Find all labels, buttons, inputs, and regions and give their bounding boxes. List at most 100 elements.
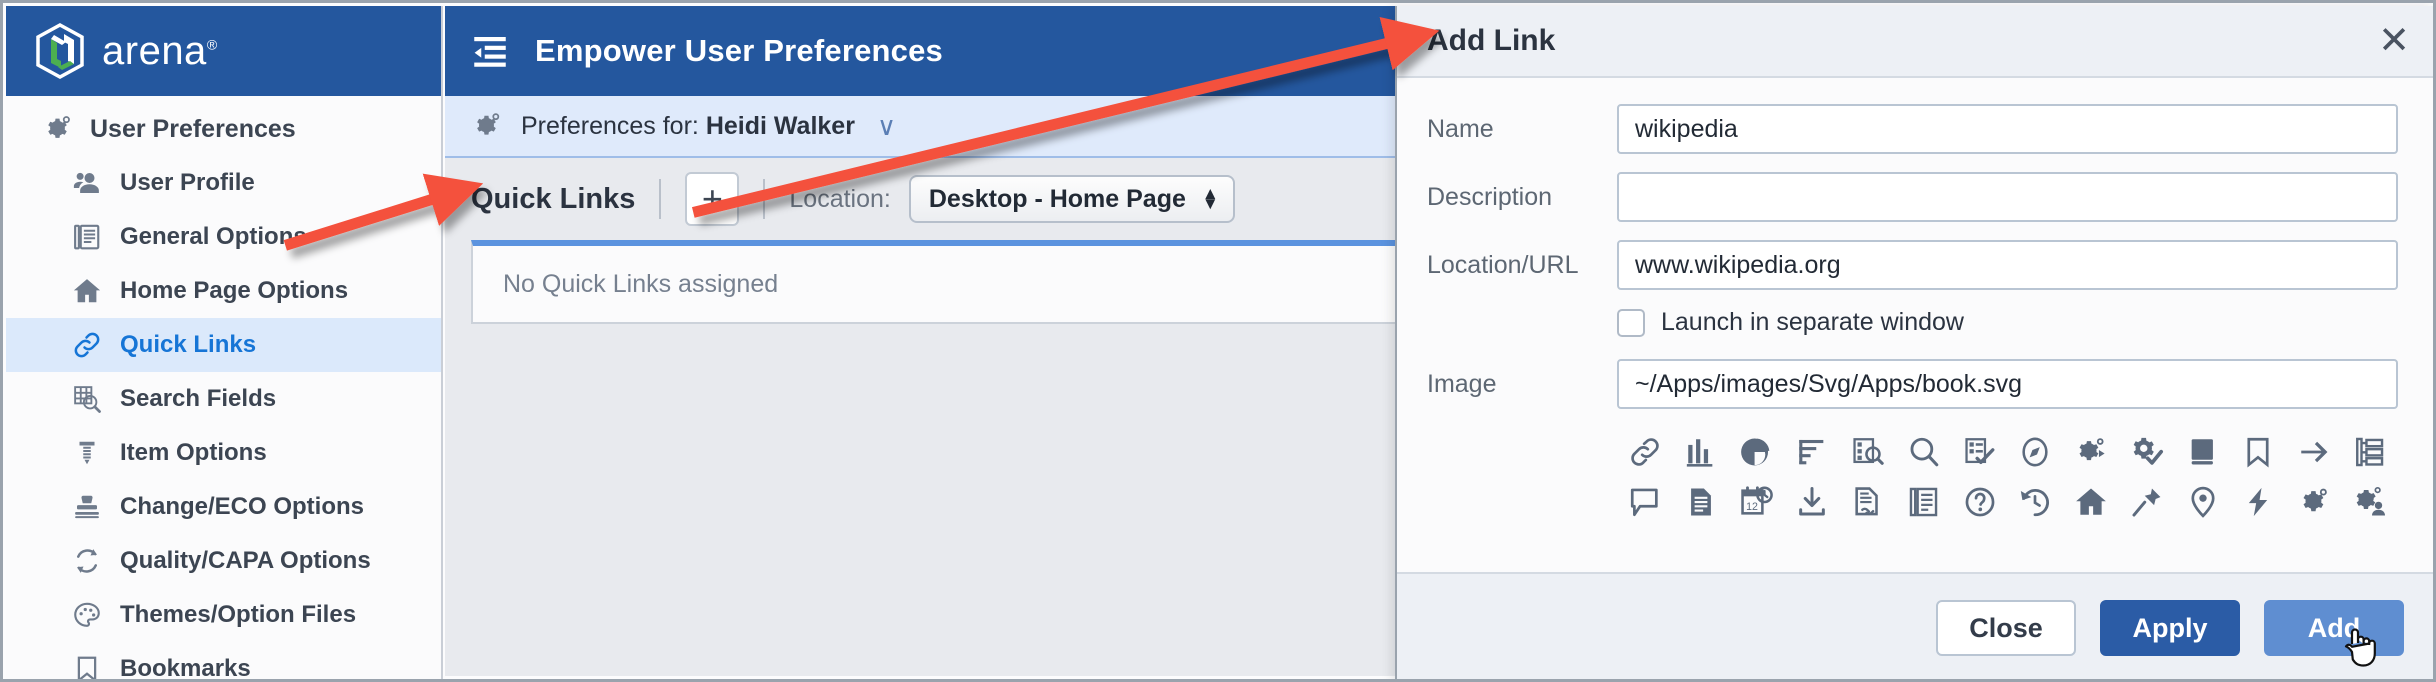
pie-chart-icon[interactable] bbox=[1729, 427, 1785, 477]
link-icon[interactable] bbox=[1617, 427, 1673, 477]
divider bbox=[763, 179, 766, 219]
gear-check-icon[interactable] bbox=[2119, 427, 2175, 477]
arena-logo-icon bbox=[34, 23, 86, 79]
sidebar-item-label: General Options bbox=[120, 223, 307, 250]
field-row-description: Description bbox=[1427, 172, 2398, 222]
launch-separate-window-row: Launch in separate window bbox=[1617, 308, 2398, 337]
divider bbox=[659, 179, 662, 219]
location-url-input[interactable]: www.wikipedia.org bbox=[1617, 240, 2398, 290]
sidebar-item-user-preferences[interactable]: User Preferences bbox=[6, 102, 441, 156]
sidebar-item-themes-option-files[interactable]: Themes/Option Files bbox=[6, 588, 441, 642]
sidebar-item-quick-links[interactable]: Quick Links bbox=[6, 318, 441, 372]
page-title: Empower User Preferences bbox=[535, 33, 943, 68]
dialog-body: Name wikipedia Description Location/URL … bbox=[1397, 78, 2433, 572]
description-input[interactable] bbox=[1617, 172, 2398, 222]
stepper-arrows-icon: ▲ ▼ bbox=[1201, 183, 1219, 213]
sidebar-nav: User Preferences User Profile General Op… bbox=[6, 96, 441, 682]
map-pin-icon[interactable] bbox=[2175, 477, 2231, 527]
icon-picker-row bbox=[1617, 427, 2398, 477]
sidebar-item-label: Bookmarks bbox=[120, 655, 251, 682]
sidebar-item-label: User Preferences bbox=[90, 114, 296, 143]
bookmark-icon[interactable] bbox=[2231, 427, 2287, 477]
sidebar-item-home-page-options[interactable]: Home Page Options bbox=[6, 264, 441, 318]
sidebar-item-label: Home Page Options bbox=[120, 277, 349, 304]
home-icon[interactable] bbox=[2063, 477, 2119, 527]
image-input[interactable]: ~/Apps/images/Svg/Apps/book.svg bbox=[1617, 359, 2398, 409]
search-grid-icon bbox=[70, 382, 104, 416]
location-select[interactable]: Desktop - Home Page ▲ ▼ bbox=[908, 175, 1235, 223]
close-button[interactable]: Close bbox=[1936, 600, 2076, 656]
image-label: Image bbox=[1427, 369, 1497, 398]
brand-name-text: arena bbox=[102, 28, 207, 73]
document-link-icon[interactable] bbox=[1840, 477, 1896, 527]
name-input[interactable]: wikipedia bbox=[1617, 104, 2398, 154]
add-link-dialog: Add Link ✕ Name wikipedia Description Lo… bbox=[1395, 6, 2433, 679]
collapse-sidebar-icon[interactable] bbox=[469, 30, 511, 72]
bookmark-icon bbox=[70, 652, 104, 679]
sidebar-item-item-options[interactable]: Item Options bbox=[6, 426, 441, 480]
chevron-down-icon[interactable]: ∨ bbox=[877, 113, 896, 139]
history-icon[interactable] bbox=[2007, 477, 2063, 527]
sidebar-item-label: Quality/CAPA Options bbox=[120, 547, 371, 574]
stamp-icon bbox=[70, 490, 104, 524]
sidebar-item-label: Item Options bbox=[120, 439, 267, 466]
gear-user-icon[interactable] bbox=[2342, 477, 2398, 527]
link-icon bbox=[70, 328, 104, 362]
download-icon[interactable] bbox=[1784, 477, 1840, 527]
sidebar-item-label: Search Fields bbox=[120, 385, 277, 412]
add-button[interactable]: Add bbox=[2264, 600, 2404, 656]
sidebar-item-change-eco-options[interactable]: Change/ECO Options bbox=[6, 480, 441, 534]
refresh-icon bbox=[70, 544, 104, 578]
palette-icon bbox=[70, 598, 104, 632]
brand-bar: arena® bbox=[6, 6, 441, 96]
user-profile-icon bbox=[70, 166, 104, 200]
preferences-user-name: Heidi Walker bbox=[705, 111, 855, 140]
item-bolt-icon bbox=[70, 436, 104, 470]
apply-button[interactable]: Apply bbox=[2100, 600, 2240, 656]
sidebar-item-label: User Profile bbox=[120, 169, 255, 196]
bar-chart-icon[interactable] bbox=[1673, 427, 1729, 477]
gear-icon bbox=[471, 110, 503, 142]
org-chart-icon[interactable] bbox=[2342, 427, 2398, 477]
dialog-footer: Close Apply Add bbox=[1397, 572, 2433, 679]
gear-icon bbox=[40, 112, 74, 146]
sidebar-item-search-fields[interactable]: Search Fields bbox=[6, 372, 441, 426]
comment-icon[interactable] bbox=[1617, 477, 1673, 527]
preferences-for-prefix: Preferences for: bbox=[521, 111, 706, 140]
checklist-icon[interactable] bbox=[1952, 427, 2008, 477]
lightning-icon[interactable] bbox=[2231, 477, 2287, 527]
sidebar: arena® User Preferences User Profile Gen… bbox=[6, 6, 443, 682]
field-row-name: Name wikipedia bbox=[1427, 104, 2398, 154]
sidebar-item-bookmarks[interactable]: Bookmarks bbox=[6, 642, 441, 682]
description-label: Description bbox=[1427, 182, 1553, 211]
location-url-label: Location/URL bbox=[1427, 250, 1579, 279]
sidebar-item-general-options[interactable]: General Options bbox=[6, 210, 441, 264]
close-icon[interactable]: ✕ bbox=[2378, 22, 2410, 60]
arrow-right-icon[interactable] bbox=[2286, 427, 2342, 477]
search-icon[interactable] bbox=[1896, 427, 1952, 477]
document-lines-icon[interactable] bbox=[1896, 477, 1952, 527]
help-circle-icon[interactable] bbox=[1952, 477, 2008, 527]
book-icon[interactable] bbox=[2175, 427, 2231, 477]
document-list-icon bbox=[70, 220, 104, 254]
preferences-for-text: Preferences for: Heidi Walker bbox=[521, 112, 855, 141]
document-search-icon[interactable] bbox=[1840, 427, 1896, 477]
add-quick-link-button[interactable]: + bbox=[685, 172, 740, 226]
launch-separate-window-checkbox[interactable] bbox=[1617, 308, 1645, 337]
sidebar-item-user-profile[interactable]: User Profile bbox=[6, 156, 441, 210]
sidebar-item-label: Quick Links bbox=[120, 331, 257, 358]
svg-text:12: 12 bbox=[1747, 501, 1759, 513]
location-selected-value: Desktop - Home Page bbox=[928, 184, 1186, 213]
dialog-title: Add Link bbox=[1427, 24, 1556, 57]
gear-icon[interactable] bbox=[2286, 477, 2342, 527]
sidebar-item-quality-capa-options[interactable]: Quality/CAPA Options bbox=[6, 534, 441, 588]
gear-play-icon[interactable] bbox=[2063, 427, 2119, 477]
document-icon[interactable] bbox=[1673, 477, 1729, 527]
pin-icon[interactable] bbox=[2119, 477, 2175, 527]
name-label: Name bbox=[1427, 114, 1494, 143]
calendar-clock-icon[interactable]: 12 bbox=[1729, 477, 1785, 527]
dialog-header: Add Link ✕ bbox=[1397, 6, 2433, 78]
compass-icon[interactable] bbox=[2007, 427, 2063, 477]
sort-list-icon[interactable] bbox=[1784, 427, 1840, 477]
field-row-location-url: Location/URL www.wikipedia.org bbox=[1427, 240, 2398, 290]
